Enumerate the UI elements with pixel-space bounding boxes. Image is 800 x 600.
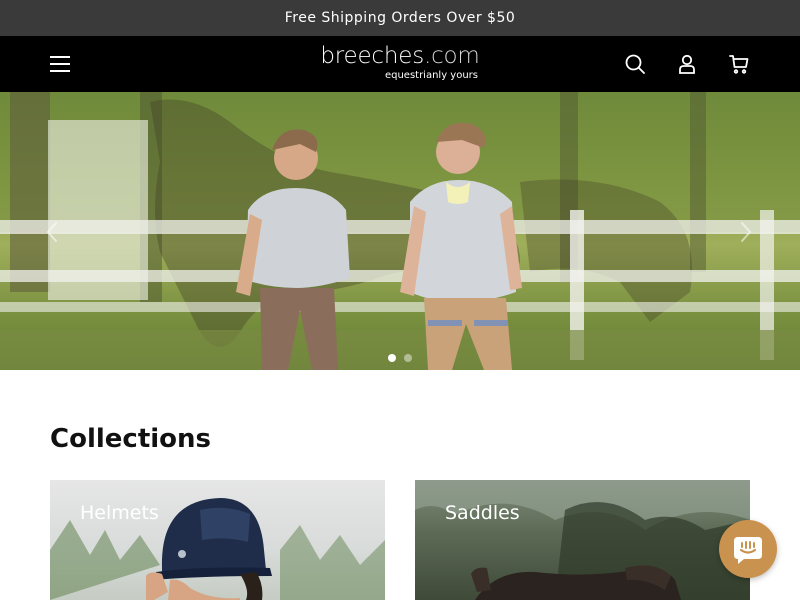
hamburger-menu-icon[interactable] [48, 52, 74, 76]
cart-icon[interactable] [727, 52, 751, 76]
collection-card-helmets[interactable]: Helmets [50, 480, 385, 600]
collection-label-saddles: Saddles [445, 502, 520, 524]
collection-label-helmets: Helmets [80, 502, 159, 524]
chat-bubble-icon[interactable] [719, 520, 777, 578]
slide-dot-2[interactable] [404, 354, 412, 362]
chevron-right-icon[interactable] [738, 220, 754, 244]
hero-image [0, 92, 800, 370]
search-icon[interactable] [623, 52, 647, 76]
saddles-image [415, 480, 750, 600]
logo-tagline: equestrianly yours [384, 70, 478, 81]
collection-card-saddles[interactable]: Saddles [415, 480, 750, 600]
chevron-left-icon[interactable] [44, 220, 60, 244]
site-header: breeches.com equestrianly yours [0, 36, 800, 92]
account-icon[interactable] [675, 52, 699, 76]
collections-heading: Collections [50, 424, 212, 454]
site-logo[interactable]: breeches.com equestrianly yours [320, 42, 480, 86]
hero-slideshow[interactable] [0, 92, 800, 370]
slide-dot-1[interactable] [388, 354, 396, 362]
slide-dots [0, 354, 800, 364]
announcement-bar: Free Shipping Orders Over $50 [0, 0, 800, 36]
logo-wordmark: breeches.com [320, 43, 480, 69]
helmets-image [50, 498, 385, 600]
announcement-text: Free Shipping Orders Over $50 [284, 10, 516, 26]
